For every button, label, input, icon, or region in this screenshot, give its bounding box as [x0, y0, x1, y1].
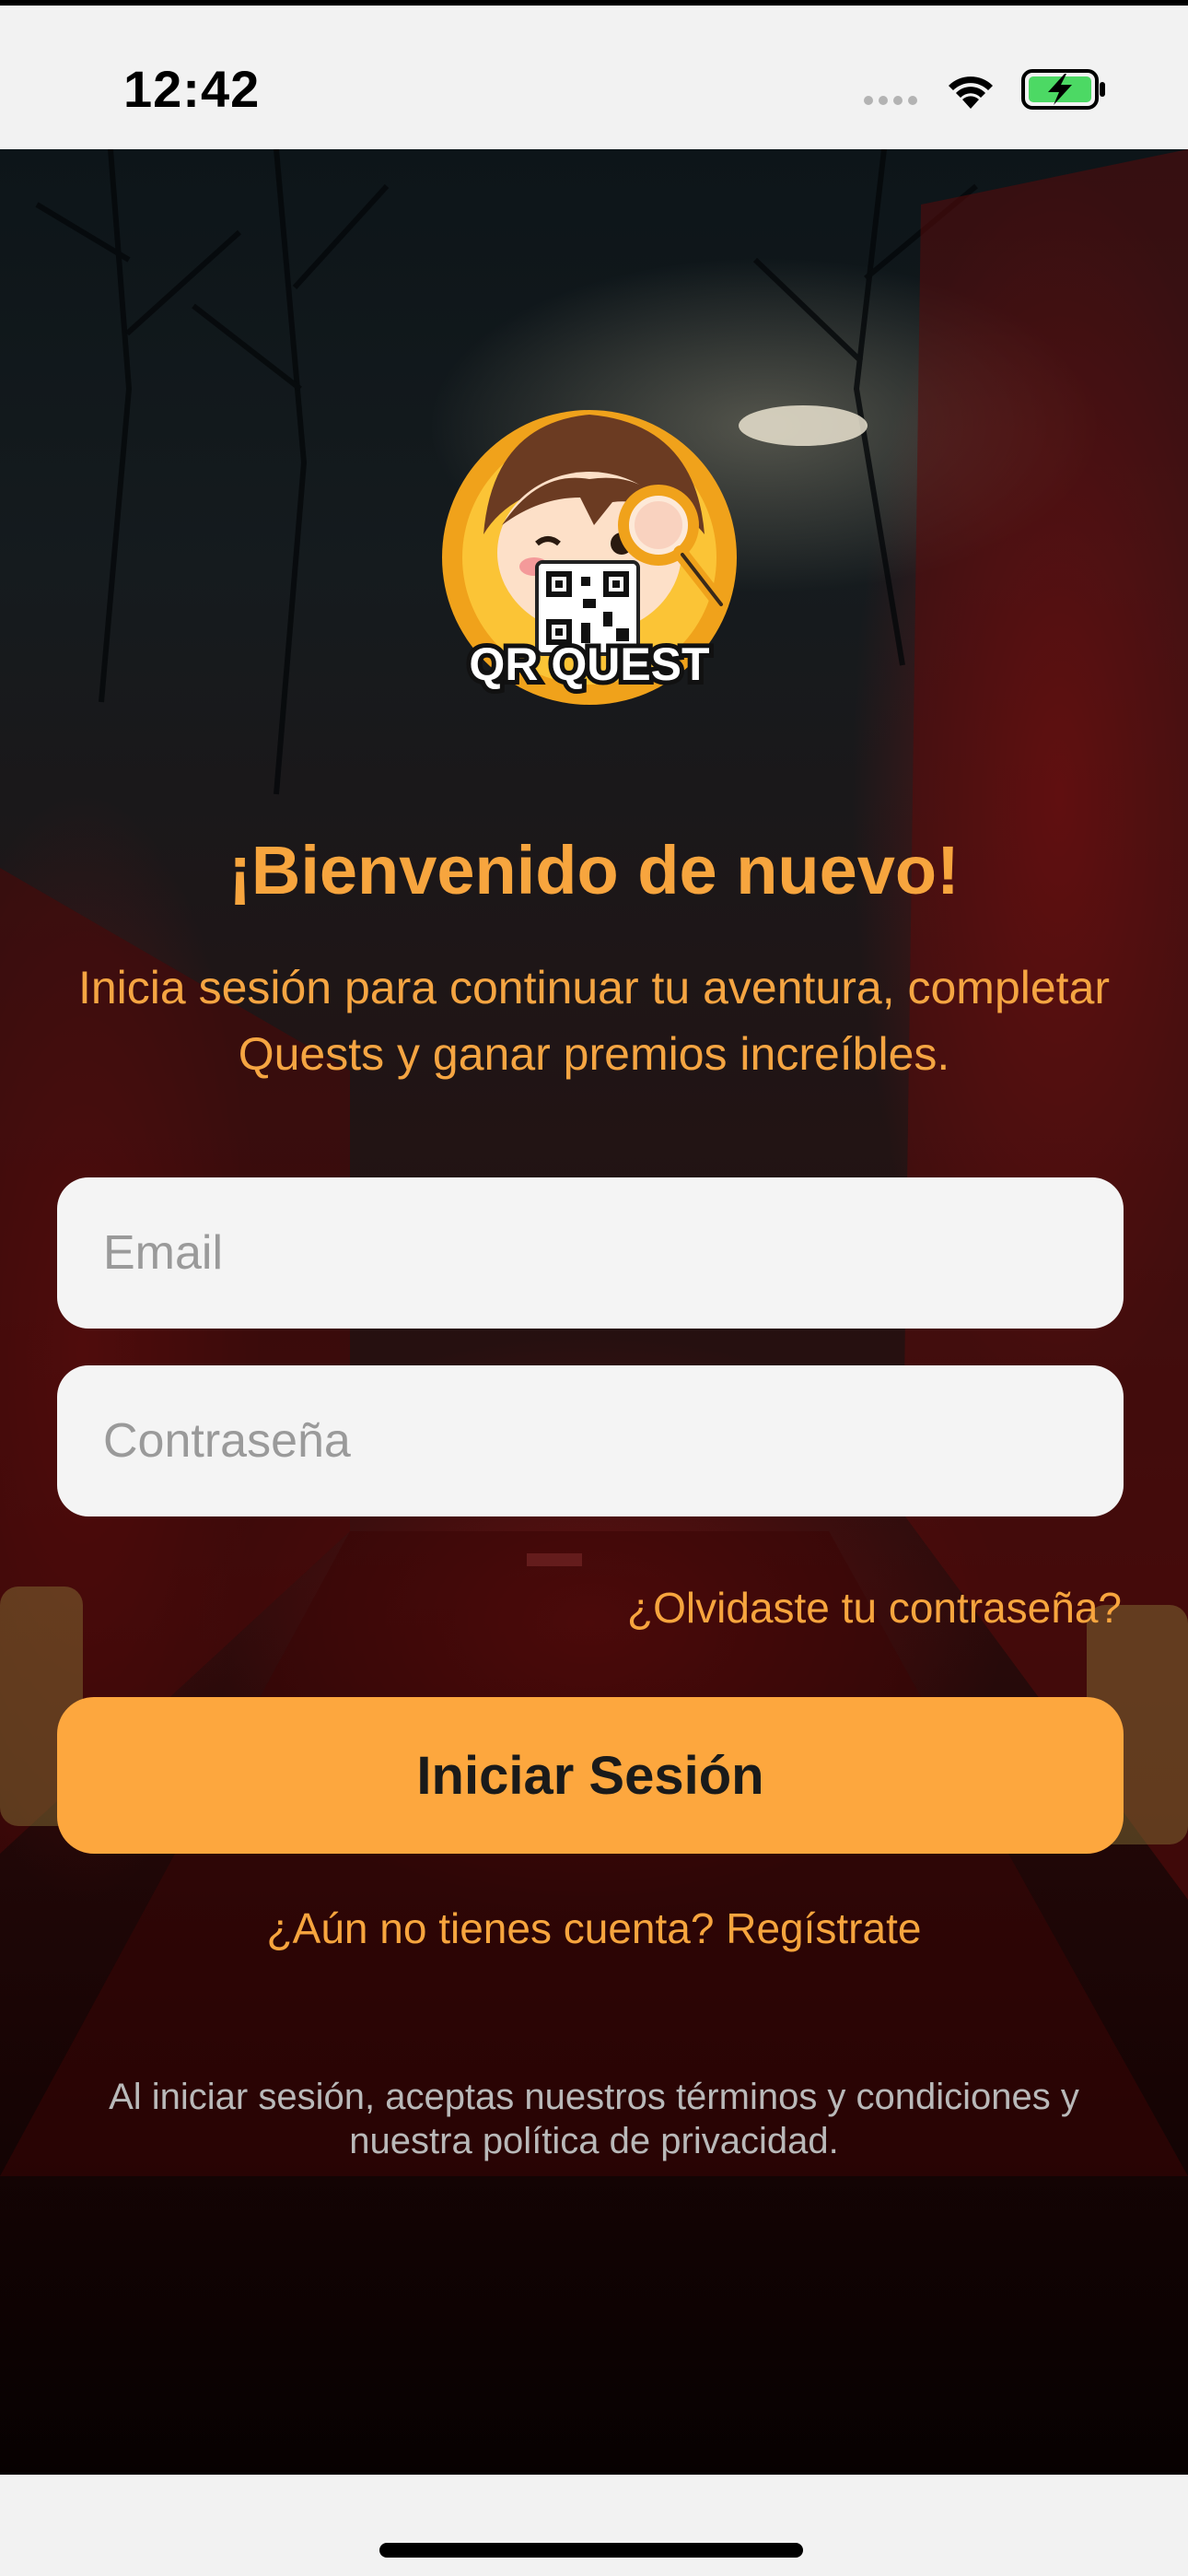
email-field[interactable] — [57, 1177, 1124, 1329]
qr-quest-logo: QR QUEST — [428, 387, 751, 709]
password-field[interactable] — [57, 1365, 1124, 1516]
welcome-title: ¡Bienvenido de nuevo! — [228, 832, 960, 908]
password-input[interactable] — [57, 1365, 1124, 1516]
cellular-signal-icon — [864, 96, 917, 105]
terms-notice: Al iniciar sesión, aceptas nuestros térm… — [109, 2077, 1079, 2161]
register-link[interactable]: ¿Aún no tienes cuenta? Regístrate — [0, 1903, 1188, 1953]
status-bar: 12:42 — [0, 0, 1188, 149]
home-indicator[interactable] — [379, 2543, 803, 2558]
status-time: 12:42 — [123, 60, 261, 118]
logo-text: QR QUEST — [469, 638, 709, 690]
battery-charging-icon — [1020, 68, 1107, 115]
email-input[interactable] — [57, 1177, 1124, 1329]
home-area — [0, 2475, 1188, 2576]
login-button[interactable]: Iniciar Sesión — [57, 1697, 1124, 1854]
wifi-icon — [943, 68, 998, 115]
forgot-password-link[interactable]: ¿Olvidaste tu contraseña? — [627, 1583, 1122, 1633]
welcome-subtitle: Inicia sesión para continuar tu aventura… — [77, 962, 1111, 1080]
